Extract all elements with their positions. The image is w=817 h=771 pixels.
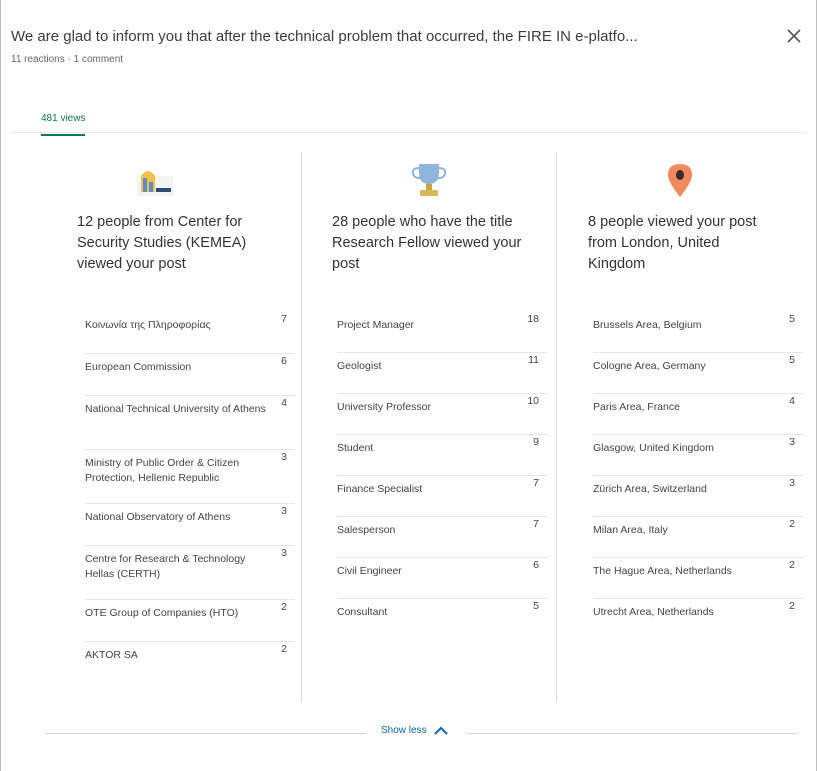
list-item-count: 3 — [789, 477, 795, 489]
list-item-label: Utrecht Area, Netherlands — [593, 606, 714, 618]
tabs-divider — [11, 132, 806, 133]
list-item[interactable]: Project Manager 18 — [337, 312, 547, 353]
company-logo-icon — [137, 171, 173, 196]
list-item-count: 9 — [533, 436, 539, 448]
company-heading: 12 people from Center for Security Studi… — [77, 214, 247, 272]
list-item[interactable]: National Technical University of Athens … — [85, 396, 295, 450]
list-item-label: Finance Specialist — [337, 483, 423, 495]
show-less-button[interactable]: Show less — [381, 725, 449, 736]
list-item-count: 3 — [281, 451, 287, 463]
post-engagement-summary[interactable]: 11 reactions · 1 comment — [11, 54, 123, 65]
list-item-label: Glasgow, United Kingdom — [593, 442, 714, 454]
list-item-label: Centre for Research & Technology Hellas … — [85, 553, 246, 580]
column-location: 8 people viewed your post from London, U… — [576, 150, 817, 618]
location-list: Brussels Area, Belgium 5 Cologne Area, G… — [593, 312, 803, 640]
list-item-count: 2 — [789, 559, 795, 571]
list-item[interactable]: Glasgow, United Kingdom 3 — [593, 435, 803, 476]
list-item[interactable]: Salesperson 7 — [337, 517, 547, 558]
list-item-label: Paris Area, France — [593, 401, 680, 413]
list-item-label: Student — [337, 442, 374, 454]
list-item-label: Zürich Area, Switzerland — [593, 483, 707, 495]
list-item[interactable]: Utrecht Area, Netherlands 2 — [593, 599, 803, 640]
list-item-count: 18 — [527, 313, 539, 325]
list-item-count: 10 — [527, 395, 539, 407]
list-item-count: 7 — [533, 477, 539, 489]
list-item[interactable]: AKTOR SA 2 — [85, 642, 295, 684]
footer-divider — [467, 733, 797, 734]
chevron-up-icon — [433, 726, 448, 735]
list-item[interactable]: Paris Area, France 4 — [593, 394, 803, 435]
list-item-label: OTE Group of Companies (HTO) — [85, 607, 239, 619]
list-item[interactable]: Brussels Area, Belgium 5 — [593, 312, 803, 353]
list-item-label: Κοινωνία της Πληροφορίας — [85, 319, 211, 331]
list-item-label: Salesperson — [337, 524, 396, 536]
close-icon[interactable] — [784, 26, 804, 46]
list-item-count: 3 — [281, 547, 287, 559]
list-item-count: 4 — [281, 397, 287, 409]
list-item[interactable]: Zürich Area, Switzerland 3 — [593, 476, 803, 517]
list-item[interactable]: National Observatory of Athens 3 — [85, 504, 295, 546]
trophy-icon — [411, 164, 447, 196]
list-item-label: Consultant — [337, 606, 388, 618]
list-item-count: 7 — [533, 518, 539, 530]
list-item[interactable]: Centre for Research & Technology Hellas … — [85, 546, 295, 600]
list-item-count: 5 — [789, 354, 795, 366]
list-item[interactable]: Geologist 11 — [337, 353, 547, 394]
list-item-label: Ministry of Public Order & Citizen Prote… — [85, 457, 240, 484]
list-item[interactable]: The Hague Area, Netherlands 2 — [593, 558, 803, 599]
list-item-count: 2 — [789, 600, 795, 612]
list-item-count: 5 — [789, 313, 795, 325]
list-item[interactable]: Consultant 5 — [337, 599, 547, 640]
show-less-label: Show less — [381, 725, 427, 736]
list-item-label: AKTOR SA — [85, 649, 138, 661]
job-title-list: Project Manager 18 Geologist 11 Universi… — [337, 312, 547, 640]
list-item[interactable]: Milan Area, Italy 2 — [593, 517, 803, 558]
footer-divider — [45, 733, 367, 734]
list-item[interactable]: Student 9 — [337, 435, 547, 476]
list-item-count: 4 — [789, 395, 795, 407]
post-title: We are glad to inform you that after the… — [11, 28, 638, 45]
job-title-heading: 28 people who have the title Research Fe… — [332, 214, 522, 272]
column-company: 12 people from Center for Security Studi… — [65, 150, 313, 661]
list-item-label: European Commission — [85, 361, 192, 373]
list-item-count: 2 — [789, 518, 795, 530]
list-item-label: Project Manager — [337, 319, 415, 331]
list-item-count: 2 — [281, 643, 287, 655]
list-item-count: 6 — [533, 559, 539, 571]
list-item[interactable]: University Professor 10 — [337, 394, 547, 435]
list-item-label: The Hague Area, Netherlands — [593, 565, 732, 577]
list-item-label: University Professor — [337, 401, 431, 413]
list-item[interactable]: Κοινωνία της Πληροφορίας 7 — [85, 312, 295, 354]
list-item-label: Milan Area, Italy — [593, 524, 668, 536]
company-list: Κοινωνία της Πληροφορίας 7 European Comm… — [85, 312, 295, 684]
list-item-label: Geologist — [337, 360, 382, 372]
list-item-count: 3 — [789, 436, 795, 448]
list-item-label: Cologne Area, Germany — [593, 360, 706, 372]
list-item-label: National Technical University of Athens — [85, 403, 266, 415]
list-item-label: Civil Engineer — [337, 565, 402, 577]
list-item[interactable]: OTE Group of Companies (HTO) 2 — [85, 600, 295, 642]
list-item[interactable]: European Commission 6 — [85, 354, 295, 396]
list-item[interactable]: Cologne Area, Germany 5 — [593, 353, 803, 394]
list-item-count: 7 — [281, 313, 287, 325]
list-item-count: 5 — [533, 600, 539, 612]
column-job-title: 28 people who have the title Research Fe… — [320, 150, 568, 618]
list-item-count: 11 — [528, 354, 539, 366]
list-item-count: 3 — [281, 505, 287, 517]
list-item-count: 2 — [281, 601, 287, 613]
list-item[interactable]: Finance Specialist 7 — [337, 476, 547, 517]
list-item-count: 6 — [281, 355, 287, 367]
location-heading: 8 people viewed your post from London, U… — [588, 214, 757, 272]
modal-header: We are glad to inform you that after the… — [11, 18, 806, 78]
post-analytics-modal: We are glad to inform you that after the… — [0, 0, 817, 771]
location-pin-icon — [668, 164, 692, 197]
list-item[interactable]: Ministry of Public Order & Citizen Prote… — [85, 450, 295, 504]
list-item-label: Brussels Area, Belgium — [593, 319, 702, 331]
list-item-label: National Observatory of Athens — [85, 511, 231, 523]
list-item[interactable]: Civil Engineer 6 — [337, 558, 547, 599]
